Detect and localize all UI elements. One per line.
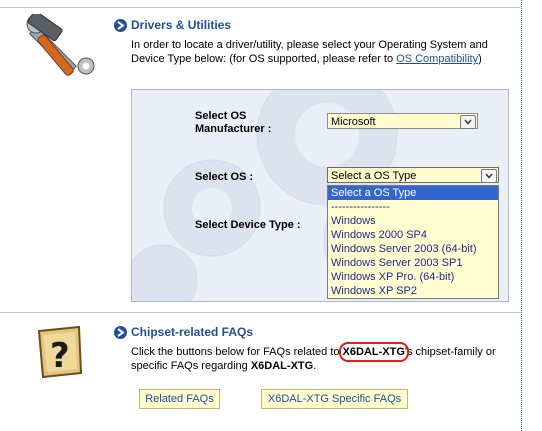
os-option[interactable]: Select a OS Type [328,186,498,200]
os-selected-value: Select a OS Type [331,170,417,182]
manufacturer-label-line2: Manufacturer : [195,123,272,135]
os-option[interactable]: Windows 2000 SP4 [328,228,498,242]
intro-line-1: In order to locate a driver/utility, ple… [131,39,488,51]
os-option[interactable]: Windows Server 2003 (64-bit) [328,242,498,256]
right-dotted-border [521,0,522,431]
os-option[interactable]: ---------------- [328,200,498,214]
intro-line-2: Device Type below: (for OS supported, pl… [131,53,397,65]
os-option[interactable]: Windows [328,214,498,228]
chevron-down-icon[interactable] [481,169,497,183]
drivers-section-title: Drivers & Utilities [114,18,231,32]
os-manufacturer-select[interactable]: Microsoft [327,113,478,129]
faqs-line1-post: 's chipset-family or [404,346,496,358]
arrow-right-icon [114,18,127,32]
faqs-section-title: Chipset-related FAQs [114,325,253,339]
os-option[interactable]: Windows XP SP2 [328,284,498,298]
faqs-description: Click the buttons below for FAQs related… [131,342,516,373]
faqs-line2-model: X6DAL-XTG [250,360,314,372]
left-icon-column: ? [0,0,104,431]
drivers-title: Drivers & Utilities [131,18,232,32]
os-option[interactable]: Windows Server 2003 SP1 [328,256,498,270]
os-compatibility-link[interactable]: OS Compatibility [396,53,478,65]
drivers-intro: In order to locate a driver/utility, ple… [131,38,511,66]
arrow-right-icon [114,325,127,339]
chevron-down-icon[interactable] [460,115,476,129]
manufacturer-label-line1: Select OS [195,110,247,122]
faqs-line2-pre: specific FAQs regarding [131,360,251,372]
faqs-line1-pre: Click the buttons below for FAQs related… [131,346,343,358]
model-highlight: X6DAL-XTG [338,342,410,362]
faqs-title: Chipset-related FAQs [131,325,254,339]
device-type-label: Select Device Type : [195,219,301,231]
os-dropdown-list[interactable]: Select a OS Type ---------------- Window… [327,185,499,299]
top-divider [0,7,521,8]
manufacturer-selected-value: Microsoft [331,116,376,128]
related-faqs-button[interactable]: Related FAQs [139,389,220,409]
os-option[interactable]: Windows XP Pro. (64-bit) [328,270,498,284]
os-select[interactable]: Select a OS Type [327,167,499,183]
specific-faqs-button[interactable]: X6DAL-XTG Specific FAQs [261,389,408,409]
os-label: Select OS : [195,171,254,183]
question-icon: ? [37,325,83,379]
intro-end: ) [478,53,482,65]
section-divider [0,312,521,313]
faqs-line2-post: . [313,360,317,372]
tools-icon [26,14,95,76]
svg-text:?: ? [50,336,70,376]
os-manufacturer-label: Select OS Manufacturer : [195,110,271,136]
